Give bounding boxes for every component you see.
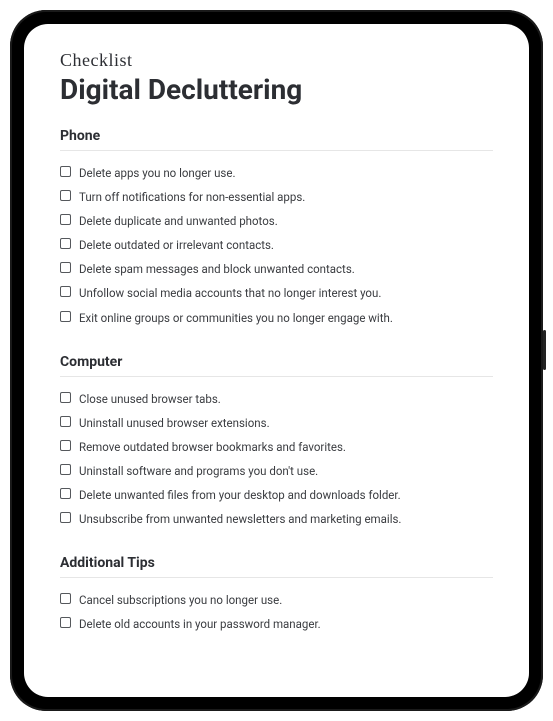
item-label: Remove outdated browser bookmarks and fa… (79, 439, 493, 455)
device-side-button (543, 330, 546, 370)
item-label: Delete spam messages and block unwanted … (79, 261, 493, 277)
checkbox-icon[interactable] (60, 311, 71, 322)
checkbox-icon[interactable] (60, 488, 71, 499)
list-item: Delete duplicate and unwanted photos. (60, 209, 493, 233)
checkbox-icon[interactable] (60, 416, 71, 427)
section-heading: Computer (60, 354, 493, 377)
list-item: Unfollow social media accounts that no l… (60, 281, 493, 305)
list-item: Cancel subscriptions you no longer use. (60, 588, 493, 612)
section-computer: Computer Close unused browser tabs. Unin… (60, 354, 493, 532)
checkbox-icon[interactable] (60, 190, 71, 201)
screen: Checklist Digital Decluttering Phone Del… (24, 24, 529, 697)
item-label: Delete apps you no longer use. (79, 165, 493, 181)
section-heading: Phone (60, 128, 493, 151)
list-item: Delete unwanted files from your desktop … (60, 483, 493, 507)
item-label: Exit online groups or communities you no… (79, 310, 493, 326)
section-phone: Phone Delete apps you no longer use. Tur… (60, 128, 493, 330)
list-item: Turn off notifications for non-essential… (60, 185, 493, 209)
list-item: Remove outdated browser bookmarks and fa… (60, 435, 493, 459)
page-title: Digital Decluttering (60, 73, 493, 106)
section-additional-tips: Additional Tips Cancel subscriptions you… (60, 555, 493, 636)
item-label: Cancel subscriptions you no longer use. (79, 592, 493, 608)
checkbox-icon[interactable] (60, 617, 71, 628)
checkbox-icon[interactable] (60, 286, 71, 297)
checkbox-icon[interactable] (60, 464, 71, 475)
checkbox-icon[interactable] (60, 512, 71, 523)
section-heading: Additional Tips (60, 555, 493, 578)
item-label: Unsubscribe from unwanted newsletters an… (79, 511, 493, 527)
checkbox-icon[interactable] (60, 214, 71, 225)
checkbox-icon[interactable] (60, 392, 71, 403)
item-label: Uninstall unused browser extensions. (79, 415, 493, 431)
checkbox-icon[interactable] (60, 238, 71, 249)
eyebrow: Checklist (60, 50, 493, 71)
checkbox-icon[interactable] (60, 593, 71, 604)
item-label: Delete old accounts in your password man… (79, 616, 493, 632)
item-label: Close unused browser tabs. (79, 391, 493, 407)
item-label: Turn off notifications for non-essential… (79, 189, 493, 205)
list-item: Uninstall software and programs you don'… (60, 459, 493, 483)
list-item: Exit online groups or communities you no… (60, 306, 493, 330)
item-label: Delete outdated or irrelevant contacts. (79, 237, 493, 253)
item-label: Uninstall software and programs you don'… (79, 463, 493, 479)
item-label: Unfollow social media accounts that no l… (79, 285, 493, 301)
list-item: Delete old accounts in your password man… (60, 612, 493, 636)
item-label: Delete unwanted files from your desktop … (79, 487, 493, 503)
list-item: Delete apps you no longer use. (60, 161, 493, 185)
checkbox-icon[interactable] (60, 440, 71, 451)
list-item: Close unused browser tabs. (60, 387, 493, 411)
checkbox-icon[interactable] (60, 262, 71, 273)
list-item: Unsubscribe from unwanted newsletters an… (60, 507, 493, 531)
item-label: Delete duplicate and unwanted photos. (79, 213, 493, 229)
tablet-frame: Checklist Digital Decluttering Phone Del… (10, 10, 543, 711)
list-item: Delete spam messages and block unwanted … (60, 257, 493, 281)
list-item: Delete outdated or irrelevant contacts. (60, 233, 493, 257)
list-item: Uninstall unused browser extensions. (60, 411, 493, 435)
checkbox-icon[interactable] (60, 166, 71, 177)
